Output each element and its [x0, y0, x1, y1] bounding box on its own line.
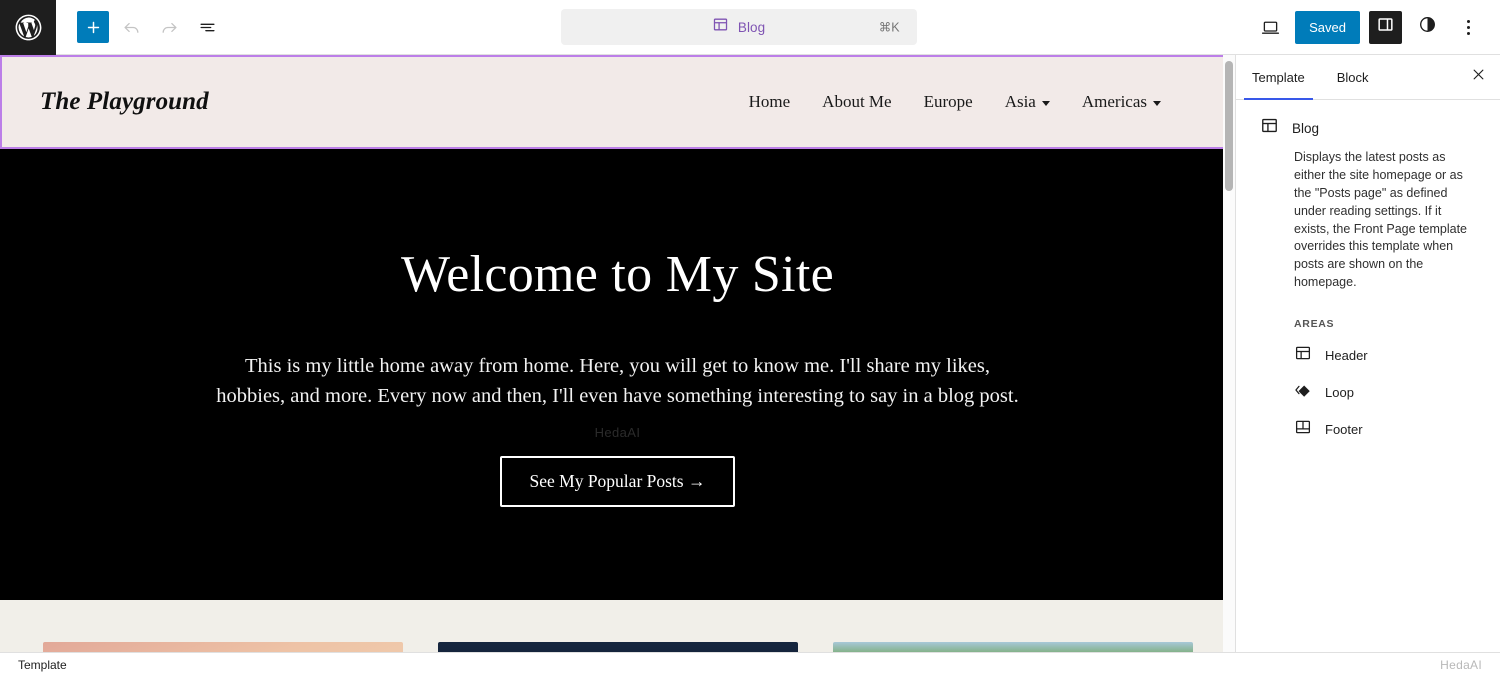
toolbar-right-group: Saved: [1254, 11, 1500, 44]
undo-button[interactable]: [115, 11, 147, 43]
editor-canvas[interactable]: The Playground Home About Me Europe Asia…: [0, 55, 1235, 652]
template-title: Blog: [1292, 121, 1319, 136]
posts-strip: [0, 600, 1235, 652]
area-item-header[interactable]: Header: [1294, 344, 1480, 367]
status-bar-watermark: HedaAI: [1440, 658, 1482, 672]
add-block-button[interactable]: [77, 11, 109, 43]
hero-watermark: HedaAI: [595, 425, 641, 440]
command-bar-content: Blog: [712, 16, 765, 38]
device-preview-button[interactable]: [1254, 11, 1286, 43]
hero-cta-button[interactable]: See My Popular Posts →: [500, 456, 736, 507]
options-menu-button[interactable]: [1452, 11, 1484, 43]
area-item-footer[interactable]: Footer: [1294, 418, 1480, 441]
settings-sidebar: Template Block Blog Displays the: [1235, 55, 1500, 652]
tab-block-label: Block: [1337, 70, 1369, 85]
nav-item-americas[interactable]: Americas: [1082, 92, 1161, 112]
command-bar-label: Blog: [738, 20, 765, 35]
settings-panel-icon: [1376, 15, 1395, 39]
loop-query-icon: [1294, 381, 1312, 404]
wordpress-logo-icon: [13, 12, 44, 43]
template-icon: [712, 16, 729, 38]
area-item-footer-label: Footer: [1325, 422, 1363, 437]
status-bar-label: Template: [18, 658, 67, 672]
nav-item-home[interactable]: Home: [749, 92, 791, 112]
wordpress-logo-button[interactable]: [0, 0, 56, 55]
command-bar-shortcut: ⌘K: [879, 20, 900, 35]
post-image-forest[interactable]: [833, 642, 1193, 652]
command-bar[interactable]: Blog ⌘K: [561, 9, 917, 45]
hero-section[interactable]: Welcome to My Site HedaAI This is my lit…: [0, 149, 1235, 600]
post-image-night[interactable]: [438, 642, 798, 652]
area-item-loop-label: Loop: [1325, 385, 1354, 400]
list-view-button[interactable]: [191, 11, 223, 43]
toolbar-left-group: [56, 11, 223, 43]
sidebar-body: Blog Displays the latest posts as either…: [1236, 100, 1500, 441]
chevron-down-icon: [1153, 101, 1161, 106]
contrast-styles-icon: [1418, 15, 1437, 39]
nav-label: About Me: [822, 92, 891, 112]
nav-label: Asia: [1005, 92, 1036, 112]
tab-template-label: Template: [1252, 70, 1305, 85]
kebab-menu-icon: [1467, 20, 1470, 35]
areas-section-label: AREAS: [1294, 318, 1480, 330]
command-bar-wrapper: Blog ⌘K: [223, 9, 1254, 45]
close-icon: [1471, 67, 1486, 87]
site-title[interactable]: The Playground: [40, 88, 209, 116]
tab-block[interactable]: Block: [1321, 55, 1385, 99]
template-icon: [1260, 116, 1279, 140]
save-button[interactable]: Saved: [1295, 11, 1360, 44]
template-description: Displays the latest posts as either the …: [1294, 149, 1480, 292]
site-header-block[interactable]: The Playground Home About Me Europe Asia…: [0, 55, 1235, 149]
post-image-portrait[interactable]: [43, 642, 403, 652]
header-area-icon: [1294, 344, 1312, 367]
footer-area-icon: [1294, 418, 1312, 441]
canvas-scrollbar[interactable]: [1223, 55, 1235, 652]
editor-toolbar: Blog ⌘K Saved: [0, 0, 1500, 55]
site-navigation: Home About Me Europe Asia Americas: [749, 92, 1195, 112]
redo-button[interactable]: [153, 11, 185, 43]
template-title-row: Blog: [1260, 116, 1480, 140]
status-bar: Template HedaAI: [0, 652, 1500, 677]
nav-item-europe[interactable]: Europe: [924, 92, 973, 112]
chevron-down-icon: [1042, 101, 1050, 106]
settings-sidebar-toggle-button[interactable]: [1369, 11, 1402, 44]
hero-paragraph[interactable]: This is my little home away from home. H…: [212, 351, 1024, 412]
hero-title[interactable]: Welcome to My Site: [401, 245, 834, 304]
sidebar-tabs: Template Block: [1236, 55, 1500, 100]
styles-button[interactable]: [1411, 11, 1443, 43]
close-sidebar-button[interactable]: [1456, 55, 1500, 99]
nav-item-about-me[interactable]: About Me: [822, 92, 891, 112]
area-item-loop[interactable]: Loop: [1294, 381, 1480, 404]
tab-template[interactable]: Template: [1236, 55, 1321, 99]
nav-label: Americas: [1082, 92, 1147, 112]
nav-item-asia[interactable]: Asia: [1005, 92, 1050, 112]
canvas-scrollbar-thumb[interactable]: [1225, 61, 1233, 191]
area-item-header-label: Header: [1325, 348, 1368, 363]
nav-label: Europe: [924, 92, 973, 112]
nav-label: Home: [749, 92, 791, 112]
